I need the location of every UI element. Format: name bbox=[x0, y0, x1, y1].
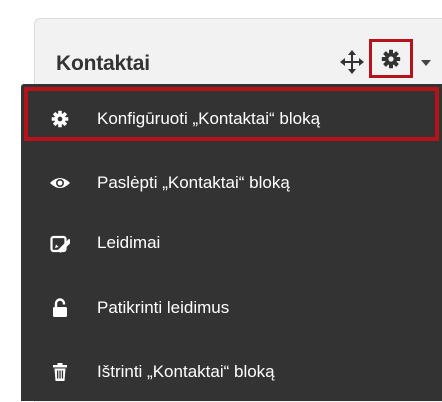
menu-item-label: Patikrinti leidimus bbox=[97, 298, 230, 317]
block-actions-gear-button[interactable] bbox=[369, 39, 413, 78]
menu-item-label: Leidimai bbox=[97, 233, 161, 252]
gear-icon bbox=[49, 108, 71, 130]
caret-down-icon[interactable] bbox=[421, 60, 431, 66]
menu-item-label: Ištrinti „Kontaktai“ bloką bbox=[97, 362, 275, 381]
eye-icon bbox=[49, 172, 71, 194]
menu-item-configure[interactable]: Konfigūruoti „Kontaktai“ bloką bbox=[21, 90, 442, 148]
menu-item-label: Konfigūruoti „Kontaktai“ bloką bbox=[97, 109, 321, 128]
gear-icon bbox=[381, 49, 401, 69]
menu-item-check-permissions[interactable]: Patikrinti leidimus bbox=[21, 279, 442, 337]
unlock-icon bbox=[49, 297, 71, 319]
menu-item-permissions[interactable]: Leidimai bbox=[21, 214, 442, 272]
menu-item-label: Paslėpti „Kontaktai“ bloką bbox=[97, 173, 290, 192]
block-title: Kontaktai bbox=[56, 52, 150, 75]
menu-item-hide[interactable]: Paslėpti „Kontaktai“ bloką bbox=[21, 154, 442, 212]
trash-icon bbox=[49, 361, 71, 383]
menu-item-delete[interactable]: Ištrinti „Kontaktai“ bloką bbox=[21, 343, 442, 401]
edit-icon bbox=[49, 232, 71, 254]
block-actions-menu: Konfigūruoti „Kontaktai“ bloką Paslėpti … bbox=[21, 84, 442, 401]
move-icon[interactable] bbox=[340, 50, 364, 74]
